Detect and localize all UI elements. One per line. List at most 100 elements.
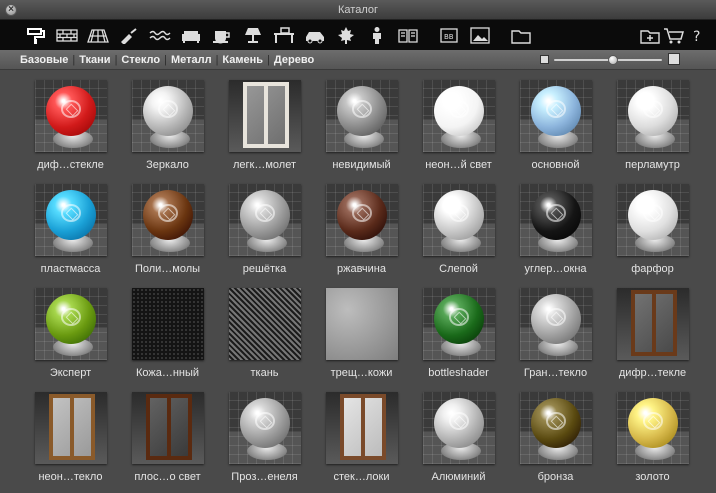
- material-item[interactable]: Гран…текло: [507, 284, 604, 388]
- small-thumb-icon[interactable]: [540, 55, 549, 64]
- material-item[interactable]: bottleshader: [410, 284, 507, 388]
- material-item[interactable]: Кожа…нный: [119, 284, 216, 388]
- close-button[interactable]: ×: [5, 4, 17, 16]
- material-item[interactable]: трещ…кожи: [313, 284, 410, 388]
- material-texture-thumbnail[interactable]: [325, 288, 398, 360]
- material-sphere-thumbnail[interactable]: [519, 184, 592, 256]
- material-window-thumbnail[interactable]: [228, 80, 301, 152]
- preview-window-mullion: [263, 86, 268, 144]
- material-sphere-thumbnail[interactable]: [422, 392, 495, 464]
- diamond-logo-icon: [60, 308, 81, 326]
- material-item[interactable]: Поли…молы: [119, 180, 216, 284]
- material-item[interactable]: Проз…енеля: [216, 388, 313, 492]
- material-texture-thumbnail[interactable]: [228, 288, 301, 360]
- material-sphere-thumbnail[interactable]: [519, 288, 592, 360]
- material-sphere-thumbnail[interactable]: [519, 392, 592, 464]
- material-item[interactable]: пластмасса: [22, 180, 119, 284]
- material-item[interactable]: Слепой: [410, 180, 507, 284]
- preview-sphere: [239, 190, 290, 240]
- category-tab[interactable]: Стекло: [121, 54, 160, 66]
- category-tab[interactable]: Базовые: [20, 54, 68, 66]
- material-item[interactable]: плос…о свет: [119, 388, 216, 492]
- material-item[interactable]: легк…молет: [216, 76, 313, 180]
- category-tab[interactable]: Камень: [222, 54, 263, 66]
- material-item[interactable]: углер…окна: [507, 180, 604, 284]
- tool-tiles-button[interactable]: [82, 22, 113, 48]
- diamond-logo-icon: [157, 100, 178, 118]
- material-sphere-thumbnail[interactable]: [616, 80, 689, 152]
- material-item[interactable]: ткань: [216, 284, 313, 388]
- material-sphere-thumbnail[interactable]: [422, 80, 495, 152]
- material-sphere-thumbnail[interactable]: [325, 80, 398, 152]
- folder-icon: [510, 30, 531, 44]
- material-sphere-thumbnail[interactable]: [34, 288, 107, 360]
- tool-leaf-button[interactable]: [330, 22, 361, 48]
- tool-trowel-button[interactable]: [113, 22, 144, 48]
- tool-brick-button[interactable]: [51, 22, 82, 48]
- material-sphere-thumbnail[interactable]: [131, 184, 204, 256]
- material-window-thumbnail[interactable]: [131, 392, 204, 464]
- category-tab[interactable]: Дерево: [274, 54, 314, 66]
- material-sphere-thumbnail[interactable]: [422, 288, 495, 360]
- diamond-logo-icon: [60, 204, 81, 222]
- material-item[interactable]: Алюминий: [410, 388, 507, 492]
- material-item[interactable]: Эксперт: [22, 284, 119, 388]
- material-item[interactable]: дифр…текле: [604, 284, 701, 388]
- tool-bsdf-button[interactable]: BB: [433, 22, 464, 48]
- tool-folder-button[interactable]: [505, 22, 536, 48]
- diamond-logo-icon: [254, 204, 275, 222]
- help-button[interactable]: ?: [686, 22, 710, 48]
- tool-person-button[interactable]: [361, 22, 392, 48]
- material-item[interactable]: неон…текло: [22, 388, 119, 492]
- cart-button[interactable]: [662, 22, 686, 48]
- material-sphere-thumbnail[interactable]: [616, 392, 689, 464]
- zoom-slider[interactable]: [540, 53, 690, 67]
- category-tab[interactable]: Ткани: [79, 54, 110, 66]
- material-sphere-thumbnail[interactable]: [228, 184, 301, 256]
- category-separator: |: [72, 53, 76, 66]
- material-item[interactable]: Зеркало: [119, 76, 216, 180]
- zoom-knob[interactable]: [608, 55, 619, 65]
- material-sphere-thumbnail[interactable]: [325, 184, 398, 256]
- material-sphere-thumbnail[interactable]: [131, 80, 204, 152]
- material-sphere-thumbnail[interactable]: [616, 184, 689, 256]
- material-item[interactable]: золото: [604, 388, 701, 492]
- material-label: bottleshader: [428, 367, 489, 379]
- large-thumb-icon[interactable]: [668, 53, 680, 65]
- svg-text:?: ?: [693, 29, 700, 44]
- material-item[interactable]: ржавчина: [313, 180, 410, 284]
- tool-car-button[interactable]: [299, 22, 330, 48]
- material-item[interactable]: перламутр: [604, 76, 701, 180]
- material-sphere-thumbnail[interactable]: [228, 392, 301, 464]
- material-item[interactable]: основной: [507, 76, 604, 180]
- material-window-thumbnail[interactable]: [34, 392, 107, 464]
- tool-paint-button[interactable]: [20, 22, 51, 48]
- material-label: золото: [635, 471, 670, 483]
- new-folder-button[interactable]: [638, 22, 662, 48]
- material-texture-thumbnail[interactable]: [131, 288, 204, 360]
- material-window-thumbnail[interactable]: [325, 392, 398, 464]
- diamond-logo-icon: [157, 204, 178, 222]
- material-label: легк…молет: [232, 159, 296, 171]
- material-sphere-thumbnail[interactable]: [34, 184, 107, 256]
- material-item[interactable]: стек…локи: [313, 388, 410, 492]
- material-item[interactable]: диф…стекле: [22, 76, 119, 180]
- tool-sofa-button[interactable]: [175, 22, 206, 48]
- tool-water-button[interactable]: [144, 22, 175, 48]
- material-item[interactable]: бронза: [507, 388, 604, 492]
- material-sphere-thumbnail[interactable]: [519, 80, 592, 152]
- tool-book-button[interactable]: [392, 22, 423, 48]
- material-window-thumbnail[interactable]: [616, 288, 689, 360]
- category-tab[interactable]: Металл: [171, 54, 212, 66]
- material-item[interactable]: решётка: [216, 180, 313, 284]
- tool-image-button[interactable]: [464, 22, 495, 48]
- material-item[interactable]: неон…й свет: [410, 76, 507, 180]
- tool-desk-button[interactable]: [268, 22, 299, 48]
- material-sphere-thumbnail[interactable]: [422, 184, 495, 256]
- material-item[interactable]: невидимый: [313, 76, 410, 180]
- diamond-logo-icon: [642, 100, 663, 118]
- tool-lamp-button[interactable]: [237, 22, 268, 48]
- material-sphere-thumbnail[interactable]: [34, 80, 107, 152]
- material-item[interactable]: фарфор: [604, 180, 701, 284]
- tool-cup-button[interactable]: [206, 22, 237, 48]
